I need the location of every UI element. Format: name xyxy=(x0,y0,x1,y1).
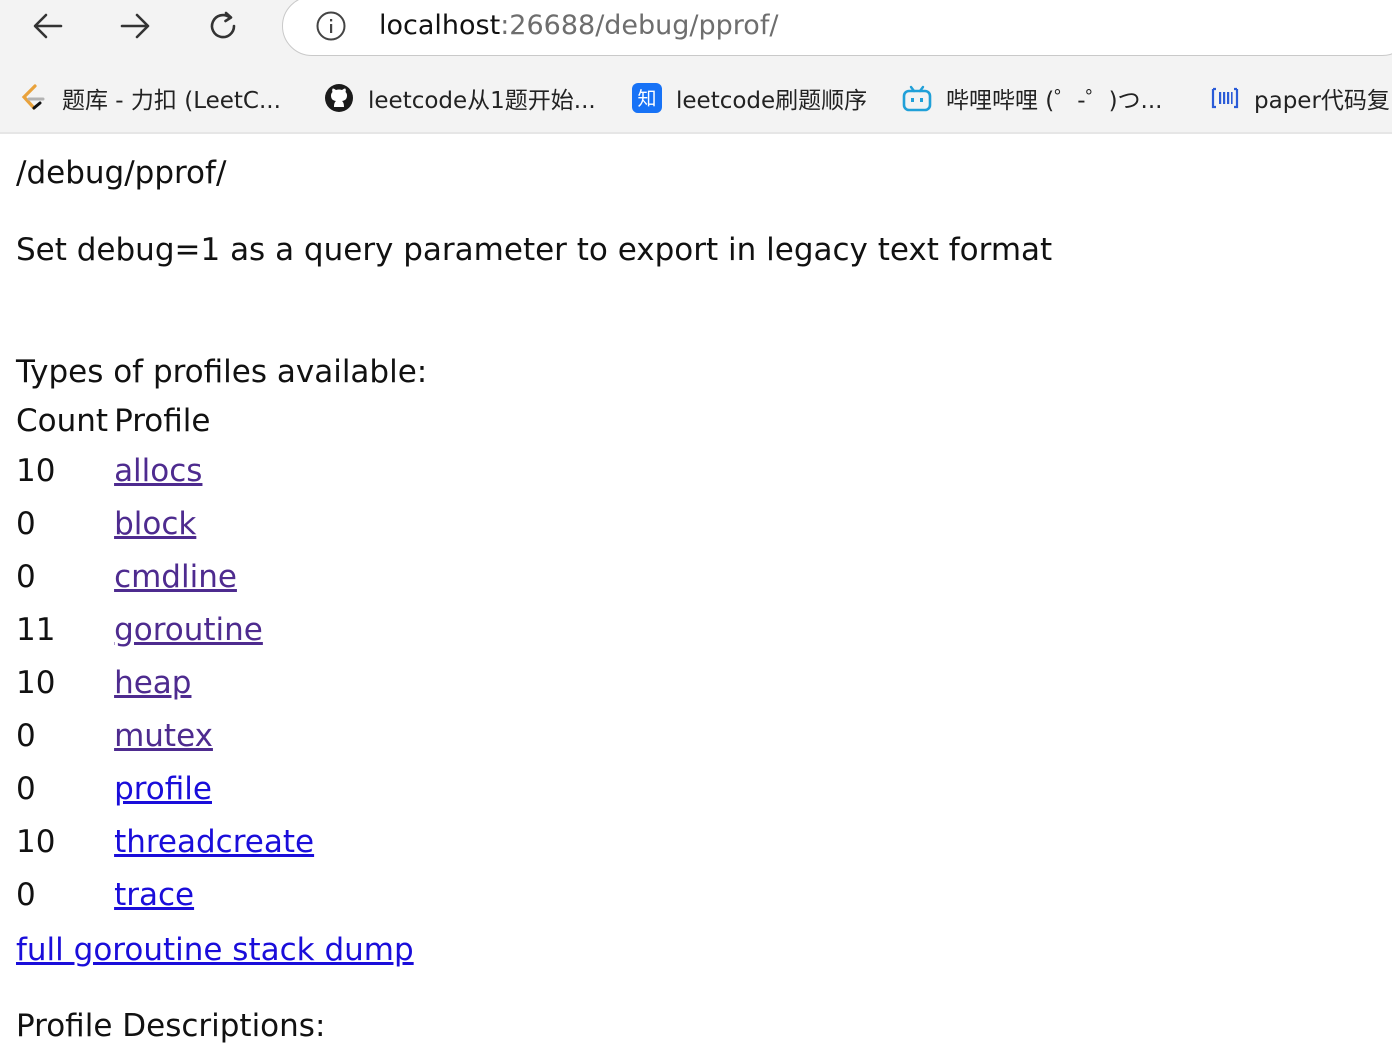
profile-count: 10 xyxy=(16,664,56,701)
address-bar[interactable]: localhost:26688/debug/pprof/ xyxy=(282,0,1392,56)
table-row: 0 mutex xyxy=(16,709,314,762)
profile-column-header: Profile xyxy=(114,403,211,439)
profile-count: 0 xyxy=(16,770,36,807)
profiles-table: Count Profile 10 allocs 0 block 0 cmdlin… xyxy=(10,398,320,921)
profile-count: 10 xyxy=(16,823,56,860)
bookmarks-bar: 题库 - 力扣 (LeetC... leetcode从1题开始... 知 lee… xyxy=(0,76,1392,122)
goroutine-dump-link[interactable]: full goroutine stack dump xyxy=(16,931,414,969)
url-path: :26688/debug/pprof/ xyxy=(500,10,779,41)
profile-count: 0 xyxy=(16,558,36,595)
url-host: localhost xyxy=(379,10,501,41)
table-row: 10 heap xyxy=(16,656,314,709)
bookmark-leetcode[interactable]: 题库 - 力扣 (LeetC... xyxy=(18,76,281,120)
reload-icon xyxy=(210,11,236,39)
url-text[interactable]: localhost:26688/debug/pprof/ xyxy=(379,9,778,43)
content-divider xyxy=(0,132,1392,134)
profile-link-threadcreate[interactable]: threadcreate xyxy=(114,824,314,860)
table-row: 0 cmdline xyxy=(16,550,314,603)
arrow-left-icon xyxy=(33,13,63,39)
descriptions-heading: Profile Descriptions: xyxy=(16,1008,326,1044)
info-icon[interactable] xyxy=(315,10,347,42)
arrow-right-icon xyxy=(120,13,150,39)
zhihu-icon: 知 xyxy=(632,83,662,113)
table-row: 10 allocs xyxy=(16,444,314,497)
profile-link-goroutine[interactable]: goroutine xyxy=(114,612,263,648)
profile-count: 0 xyxy=(16,505,36,542)
back-button[interactable] xyxy=(28,6,68,46)
table-row: 0 profile xyxy=(16,762,314,815)
bookmark-label: paper代码复 xyxy=(1254,88,1390,114)
bilibili-icon xyxy=(902,83,932,113)
bookmark-github[interactable]: leetcode从1题开始... xyxy=(324,76,596,120)
profile-link-heap[interactable]: heap xyxy=(114,665,191,701)
count-column-header: Count xyxy=(16,403,109,439)
table-row: 10 threadcreate xyxy=(16,815,314,868)
profile-link-profile[interactable]: profile xyxy=(114,771,212,807)
profile-link-cmdline[interactable]: cmdline xyxy=(114,559,237,595)
table-header-row: Count Profile xyxy=(16,398,314,444)
profile-link-trace[interactable]: trace xyxy=(114,877,194,913)
browser-chrome: localhost:26688/debug/pprof/ 题库 - 力扣 (Le… xyxy=(0,0,1392,134)
bookmark-label: 哔哩哔哩 (゜-゜)つ... xyxy=(946,88,1163,114)
svg-text:知: 知 xyxy=(637,88,656,110)
table-row: 0 block xyxy=(16,497,314,550)
profile-count: 0 xyxy=(16,717,36,754)
bookmark-zhihu[interactable]: 知 leetcode刷题顺序 xyxy=(632,76,867,120)
profile-link-allocs[interactable]: allocs xyxy=(114,453,202,489)
bookmark-label: 题库 - 力扣 (LeetC... xyxy=(62,88,281,114)
profile-count: 10 xyxy=(16,452,56,489)
table-row: 0 trace xyxy=(16,868,314,921)
profile-count: 0 xyxy=(16,876,36,913)
profile-link-mutex[interactable]: mutex xyxy=(114,718,213,754)
bookmark-label: leetcode刷题顺序 xyxy=(676,88,868,114)
profiles-heading: Types of profiles available: xyxy=(16,354,428,390)
table-row: 11 goroutine xyxy=(16,603,314,656)
bookmark-bilibili[interactable]: 哔哩哔哩 (゜-゜)つ... xyxy=(902,76,1163,120)
legacy-format-hint: Set debug=1 as a query parameter to expo… xyxy=(16,232,1053,268)
reload-button[interactable] xyxy=(203,6,243,46)
paperswithcode-icon xyxy=(1210,83,1240,113)
profile-count: 11 xyxy=(16,611,56,648)
leetcode-icon xyxy=(18,83,48,113)
github-icon xyxy=(324,83,354,113)
bookmark-label: leetcode从1题开始... xyxy=(368,88,596,114)
page-title: /debug/pprof/ xyxy=(16,155,227,191)
forward-button[interactable] xyxy=(115,6,155,46)
profile-link-block[interactable]: block xyxy=(114,506,196,542)
bookmark-paperswithcode[interactable]: paper代码复 xyxy=(1210,76,1390,120)
